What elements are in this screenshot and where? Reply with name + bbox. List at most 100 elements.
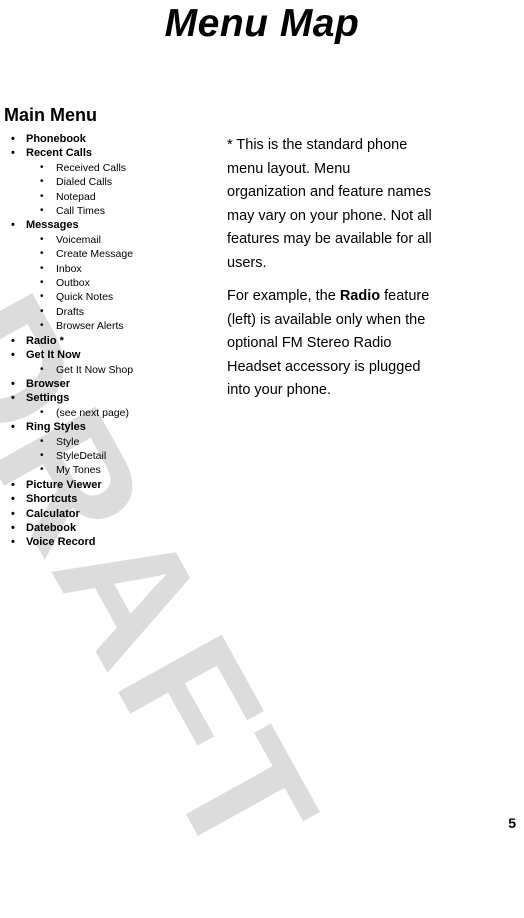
menu-item: • Create Message [4, 247, 219, 261]
page-content: Menu Map Main Menu • Phonebook • Recent Cal… [0, 0, 524, 838]
menu-item-label: Settings [26, 392, 70, 405]
menu-item-label: Picture Viewer [26, 478, 102, 491]
menu-item: • StyleDetail [4, 449, 219, 463]
page-title: Menu Map [164, 2, 360, 45]
bullet-icon: • [11, 377, 15, 390]
bullet-icon: • [40, 363, 44, 375]
bullet-icon: • [40, 406, 44, 418]
menu-item-label: Calculator [26, 507, 80, 520]
menu-item-label: Outbox [56, 277, 90, 290]
bullet-icon: • [40, 161, 44, 173]
bullet-icon: • [40, 233, 44, 245]
note-paragraph: * This is the standard phone menu layout… [227, 134, 432, 275]
menu-item: • Calculator [4, 507, 219, 521]
bullet-icon: • [11, 349, 15, 362]
bullet-icon: • [40, 435, 44, 447]
bullet-icon: • [40, 277, 44, 289]
bullet-icon: • [11, 536, 15, 549]
menu-item: • Received Calls [4, 161, 219, 175]
menu-item-label: Recent Calls [26, 147, 93, 160]
note-text: feature (left) is available only when th… [227, 288, 430, 398]
menu-item: • Drafts [4, 305, 219, 319]
menu-item-label: Voicemail [56, 233, 101, 246]
menu-item: • Voicemail [4, 233, 219, 247]
bullet-icon: • [11, 421, 15, 434]
menu-item: • Dialed Calls [4, 175, 219, 189]
bullet-icon: • [40, 320, 44, 332]
bullet-icon: • [40, 190, 44, 202]
note-column: * This is the standard phone menu layout… [227, 134, 432, 403]
menu-item: • Picture Viewer [4, 478, 219, 492]
menu-item-label: Messages [26, 219, 79, 232]
menu-item: • Phonebook [4, 132, 219, 146]
page-number: 5 [508, 815, 516, 831]
menu-item: • Get It Now [4, 348, 219, 362]
menu-item-label: Call Times [56, 205, 106, 218]
main-menu-column: Main Menu • Phonebook • Recent Calls • Receiv… [4, 104, 219, 550]
menu-item-label: Voice Record [26, 536, 96, 549]
menu-item-label: Browser Alerts [56, 320, 124, 333]
menu-item: • Quick Notes [4, 290, 219, 304]
menu-item: • Browser Alerts [4, 319, 219, 333]
menu-item-label: Ring Styles [26, 421, 86, 434]
menu-item: • Settings [4, 391, 219, 405]
menu-item-label: Received Calls [56, 161, 127, 174]
menu-item-label: Dialed Calls [56, 176, 113, 189]
menu-item-label: Inbox [56, 262, 82, 275]
menu-item: • Outbox [4, 276, 219, 290]
menu-item-label: Browser [26, 377, 71, 390]
bullet-icon: • [40, 205, 44, 217]
menu-item: • Datebook [4, 521, 219, 535]
note-emphasis: Radio [339, 288, 381, 304]
menu-item: • Shortcuts [4, 492, 219, 506]
bullet-icon: • [40, 262, 44, 274]
note-paragraph: For example, the Radio feature (left) is… [227, 285, 432, 403]
note-text: * This is the standard phone menu layout… [227, 137, 432, 271]
menu-item-label: Drafts [56, 305, 85, 318]
menu-item: • Notepad [4, 190, 219, 204]
menu-item: • Style [4, 435, 219, 449]
menu-item: • Get It Now Shop [4, 363, 219, 377]
menu-item-label: Shortcuts [26, 493, 78, 506]
menu-item: • Radio * [4, 334, 219, 348]
menu-item-label: (see next page) [56, 406, 129, 419]
menu-item-label: Get It Now [26, 349, 81, 362]
section-heading: Main Menu [4, 105, 97, 125]
menu-item: • Inbox [4, 262, 219, 276]
bullet-icon: • [11, 147, 15, 160]
menu-item-label: StyleDetail [56, 449, 107, 462]
bullet-icon: • [40, 176, 44, 188]
bullet-icon: • [40, 449, 44, 461]
menu-item: • Recent Calls [4, 146, 219, 160]
bullet-icon: • [11, 507, 15, 520]
menu-item: • Browser [4, 377, 219, 391]
bullet-icon: • [11, 392, 15, 405]
bullet-icon: • [40, 464, 44, 476]
menu-item-label: Datebook [26, 521, 77, 534]
bullet-icon: • [40, 291, 44, 303]
bullet-icon: • [11, 478, 15, 491]
menu-list: • Phonebook • Recent Calls • Received Calls • D… [4, 132, 219, 550]
menu-item-label: Phonebook [26, 133, 86, 145]
menu-item: • (see next page) [4, 406, 219, 420]
menu-item-label: Radio * [26, 334, 64, 347]
menu-item-label: My Tones [56, 464, 101, 477]
menu-item-label: Create Message [56, 248, 134, 261]
menu-item-label: Style [56, 435, 80, 448]
bullet-icon: • [11, 334, 15, 347]
note-text: For example, the [227, 288, 340, 304]
menu-item: • My Tones [4, 463, 219, 477]
menu-item-label: Notepad [56, 190, 96, 203]
bullet-icon: • [11, 493, 15, 506]
bullet-icon: • [40, 248, 44, 260]
menu-item: • Ring Styles [4, 420, 219, 434]
bullet-icon: • [11, 521, 15, 534]
menu-item-label: Get It Now Shop [56, 363, 134, 376]
bullet-icon: • [40, 305, 44, 317]
bullet-icon: • [11, 219, 15, 232]
menu-item: • Call Times [4, 204, 219, 218]
menu-item: • Messages [4, 218, 219, 232]
menu-item-label: Quick Notes [56, 291, 114, 304]
menu-item: • Voice Record [4, 535, 219, 549]
bullet-icon: • [11, 133, 15, 145]
